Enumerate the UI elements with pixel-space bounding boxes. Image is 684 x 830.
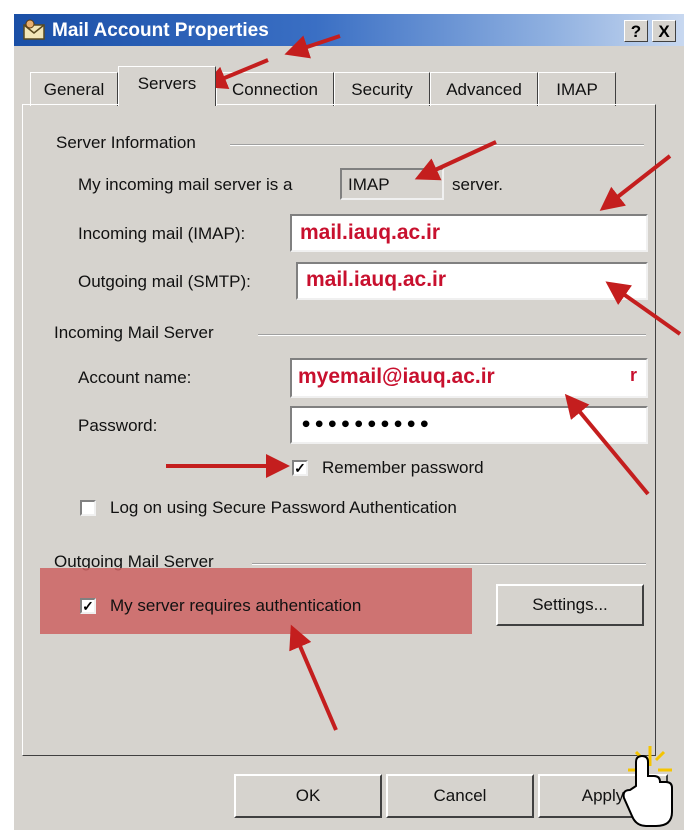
tab-connection[interactable]: Connection bbox=[216, 72, 334, 106]
outgoing-mail-value: mail.iauq.ac.ir bbox=[306, 268, 447, 291]
outgoing-mail-label: Outgoing mail (SMTP): bbox=[78, 272, 251, 291]
account-name-field[interactable]: myemail@iauq.ac.ir r bbox=[290, 358, 648, 398]
password-value: •••••••••• bbox=[300, 414, 432, 436]
incoming-mail-field[interactable]: mail.iauq.ac.ir bbox=[290, 214, 648, 252]
password-field[interactable]: •••••••••• bbox=[290, 406, 648, 444]
close-button[interactable]: X bbox=[652, 20, 676, 42]
server-auth-checkbox[interactable]: ✓ bbox=[80, 598, 96, 614]
tab-advanced[interactable]: Advanced bbox=[430, 72, 538, 106]
remember-password-checkbox[interactable]: ✓ bbox=[292, 460, 308, 476]
cancel-button[interactable]: Cancel bbox=[386, 774, 534, 818]
outgoing-mail-field[interactable]: mail.iauq.ac.ir bbox=[296, 262, 648, 300]
tab-servers[interactable]: Servers bbox=[118, 66, 216, 106]
incoming-mail-value: mail.iauq.ac.ir bbox=[300, 221, 441, 244]
ok-button[interactable]: OK bbox=[234, 774, 382, 818]
tab-imap[interactable]: IMAP bbox=[538, 72, 616, 106]
tab-security[interactable]: Security bbox=[334, 72, 430, 106]
settings-button[interactable]: Settings... bbox=[496, 584, 644, 626]
help-button[interactable]: ? bbox=[624, 20, 648, 42]
group-divider bbox=[230, 144, 644, 146]
mail-account-icon bbox=[22, 19, 46, 41]
group-divider bbox=[258, 334, 646, 336]
server-auth-label: My server requires authentication bbox=[110, 596, 362, 615]
incoming-server-type-value: IMAP bbox=[348, 175, 390, 194]
tab-general[interactable]: General bbox=[30, 72, 118, 106]
account-name-label: Account name: bbox=[78, 368, 192, 387]
spa-label: Log on using Secure Password Authenticat… bbox=[110, 498, 457, 517]
apply-button[interactable]: Apply bbox=[538, 774, 668, 818]
password-label: Password: bbox=[78, 416, 158, 435]
incoming-mail-server-label: Incoming Mail Server bbox=[54, 323, 214, 342]
remember-password-label: Remember password bbox=[322, 458, 484, 477]
account-name-overflow: r bbox=[630, 365, 638, 385]
group-divider bbox=[252, 563, 646, 565]
incoming-type-suffix: server. bbox=[452, 175, 504, 194]
incoming-server-type: IMAP bbox=[340, 168, 444, 200]
server-information-label: Server Information bbox=[56, 133, 196, 152]
window-title: Mail Account Properties bbox=[52, 20, 269, 41]
spa-checkbox[interactable] bbox=[80, 500, 96, 516]
incoming-mail-label: Incoming mail (IMAP): bbox=[78, 224, 246, 243]
incoming-type-prefix: My incoming mail server is a bbox=[78, 175, 293, 194]
account-name-value: myemail@iauq.ac.ir bbox=[298, 365, 495, 388]
